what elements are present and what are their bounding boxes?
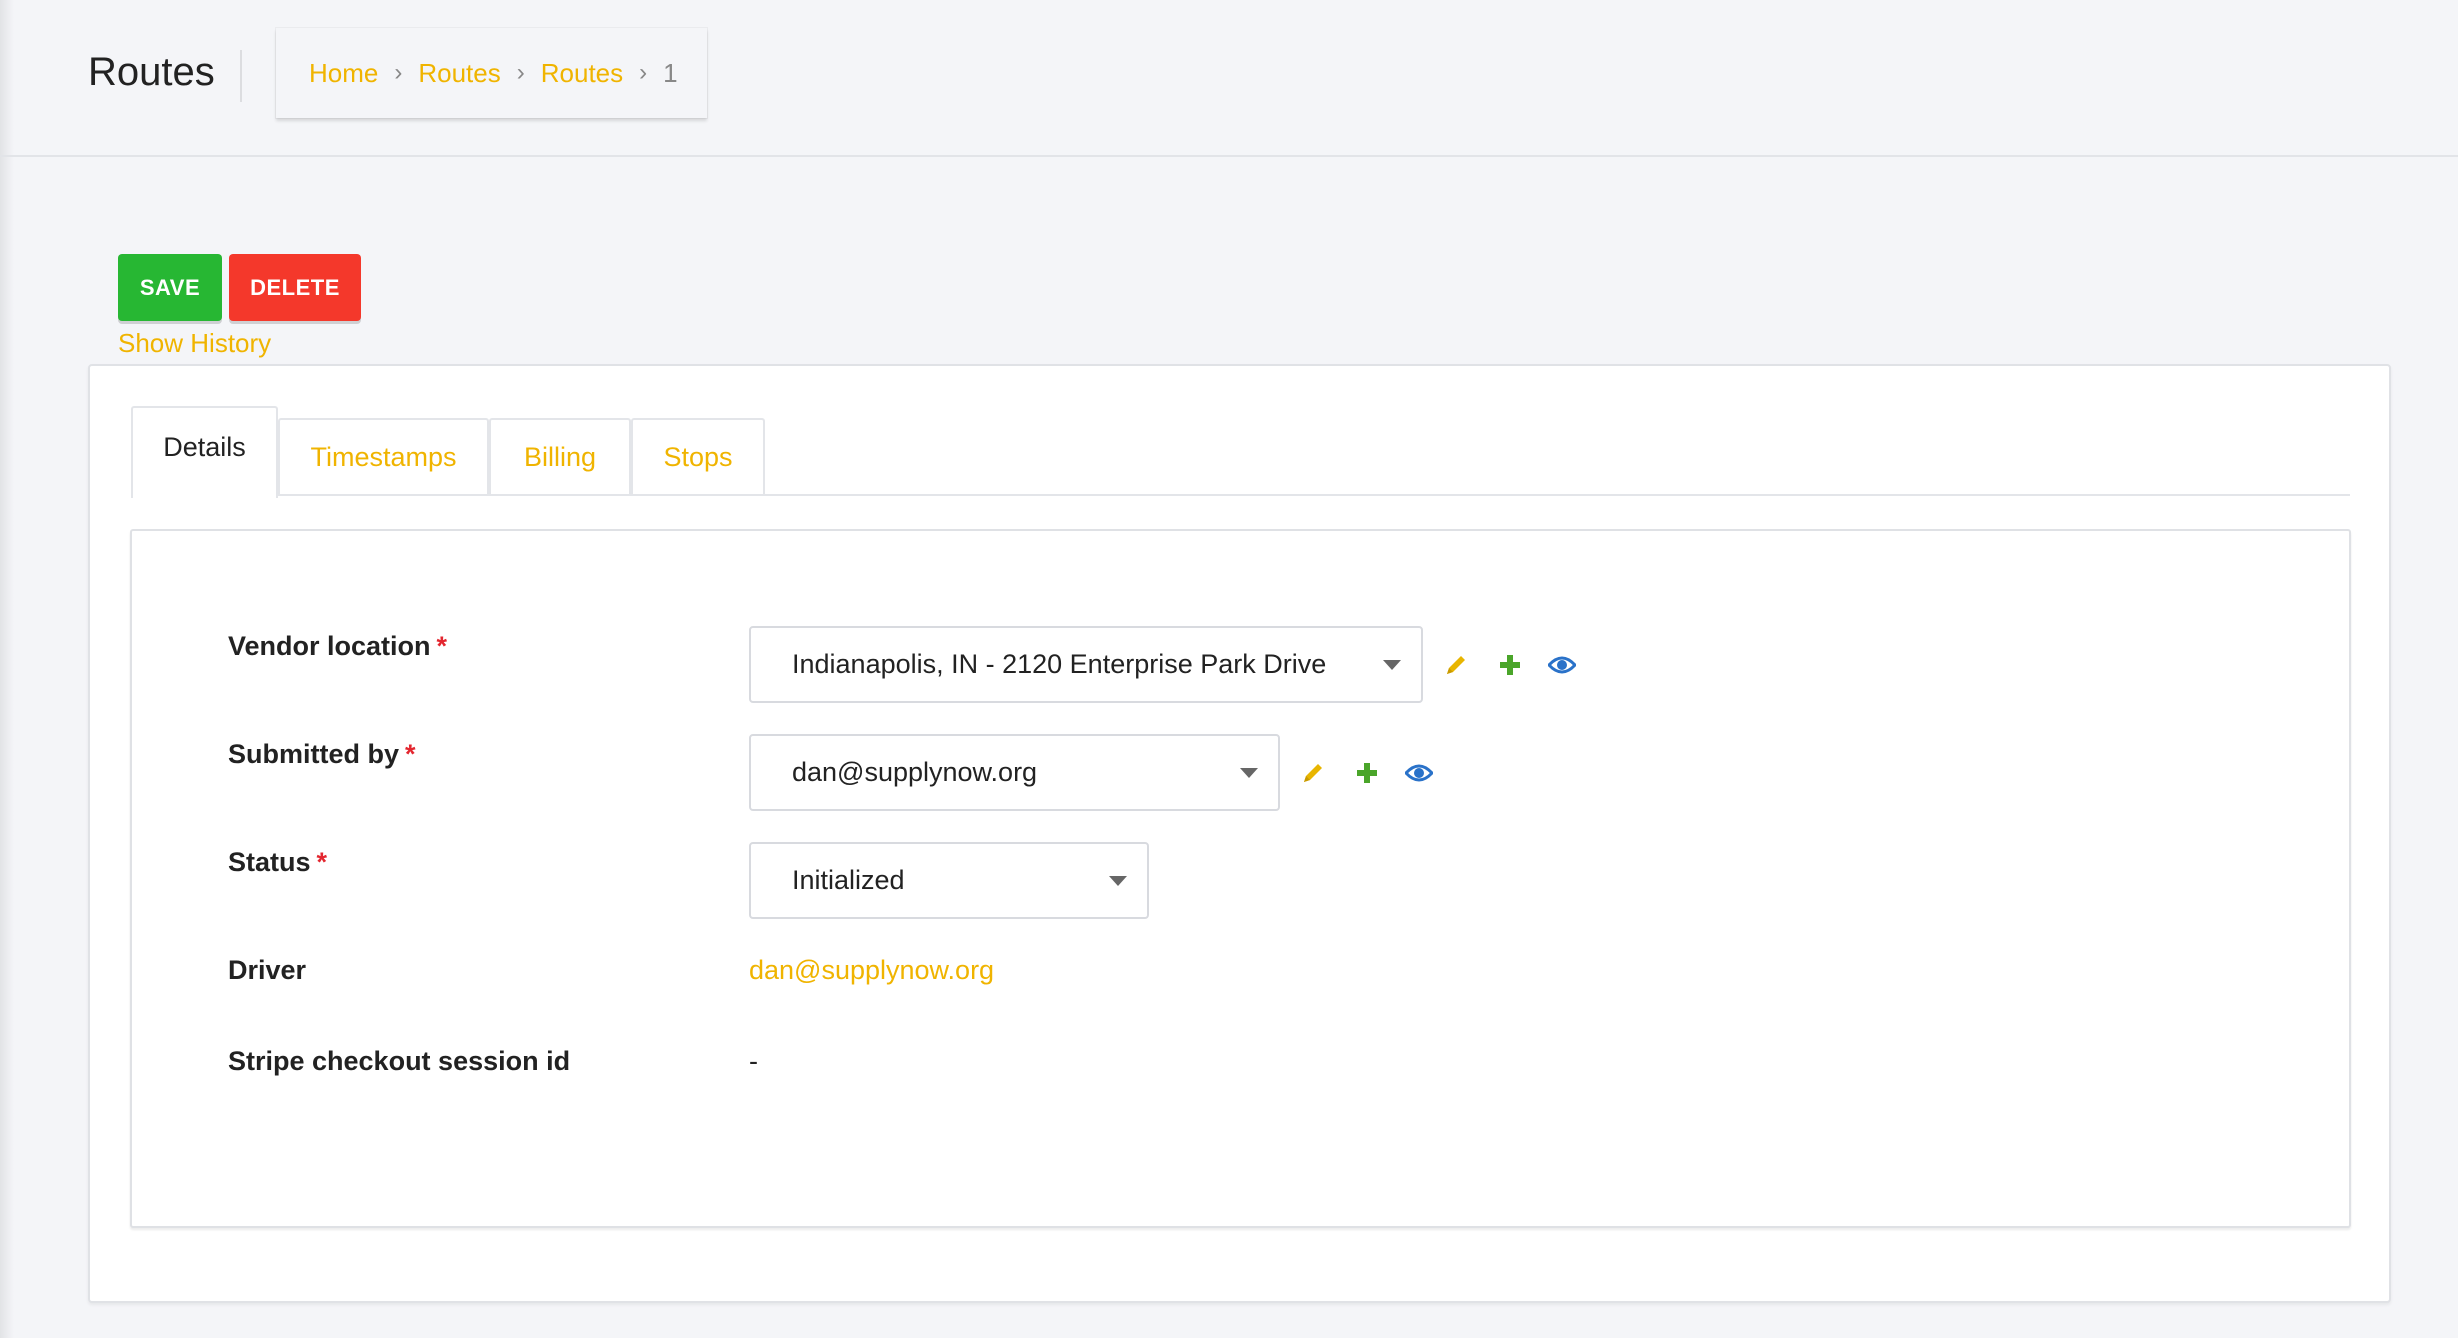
- required-mark: *: [405, 739, 416, 769]
- breadcrumb-routes-app[interactable]: Routes: [418, 58, 500, 89]
- pencil-icon[interactable]: [1442, 651, 1470, 679]
- tab-details-label: Details: [163, 431, 246, 462]
- chevron-down-icon: [1109, 876, 1127, 886]
- window-edge-shadow: [0, 0, 14, 1338]
- page-header: Routes Home › Routes › Routes › 1: [0, 0, 2458, 157]
- driver-link[interactable]: dan@supplynow.org: [749, 955, 994, 986]
- status-value: Initialized: [792, 865, 905, 895]
- stripe-checkout-session-id-label: Stripe checkout session id: [228, 1046, 571, 1076]
- chevron-down-icon: [1383, 660, 1401, 670]
- tabs-bar: [131, 494, 2350, 496]
- breadcrumb-separator: ›: [639, 59, 648, 86]
- breadcrumb-home[interactable]: Home: [309, 58, 378, 89]
- tab-details[interactable]: Details: [131, 406, 278, 498]
- vendor-location-value: Indianapolis, IN - 2120 Enterprise Park …: [792, 649, 1327, 679]
- title-divider: [240, 50, 242, 102]
- pencil-icon[interactable]: [1299, 759, 1327, 787]
- tab-stops-label: Stops: [663, 441, 733, 472]
- driver-label: Driver: [228, 955, 307, 985]
- tab-billing[interactable]: Billing: [489, 418, 631, 494]
- status-label: Status *: [228, 847, 327, 878]
- breadcrumb-separator: ›: [394, 59, 403, 86]
- eye-icon[interactable]: [1405, 759, 1433, 787]
- status-select[interactable]: Initialized: [749, 842, 1149, 919]
- breadcrumb-current: 1: [663, 57, 678, 88]
- tab-timestamps-label: Timestamps: [310, 441, 457, 472]
- breadcrumb-routes-model[interactable]: Routes: [541, 58, 623, 89]
- required-mark: *: [316, 847, 328, 877]
- show-history-link[interactable]: Show History: [118, 328, 271, 359]
- page-title: Routes: [88, 50, 215, 94]
- chevron-down-icon: [1240, 768, 1258, 778]
- breadcrumb-separator: ›: [516, 59, 525, 86]
- tab-timestamps[interactable]: Timestamps: [278, 418, 489, 494]
- save-button[interactable]: SAVE: [118, 254, 222, 321]
- plus-icon[interactable]: [1353, 759, 1381, 787]
- submitted-by-select[interactable]: dan@supplynow.org: [749, 734, 1280, 811]
- eye-icon[interactable]: [1548, 651, 1576, 679]
- tab-billing-label: Billing: [523, 441, 597, 472]
- breadcrumb: Home › Routes › Routes › 1: [276, 28, 707, 118]
- submitted-by-label-text: Submitted by: [228, 739, 400, 769]
- submitted-by-value: dan@supplynow.org: [792, 757, 1038, 787]
- vendor-location-select[interactable]: Indianapolis, IN - 2120 Enterprise Park …: [749, 626, 1423, 703]
- vendor-location-label: Vendor location *: [228, 631, 447, 662]
- vendor-location-label-text: Vendor location: [228, 631, 431, 661]
- status-label-text: Status: [228, 847, 311, 877]
- required-mark: *: [436, 631, 448, 661]
- tab-stops[interactable]: Stops: [631, 418, 765, 494]
- submitted-by-label: Submitted by *: [228, 739, 416, 770]
- delete-button[interactable]: DELETE: [229, 254, 361, 321]
- plus-icon[interactable]: [1496, 651, 1524, 679]
- stripe-checkout-session-id-value: -: [749, 1046, 758, 1076]
